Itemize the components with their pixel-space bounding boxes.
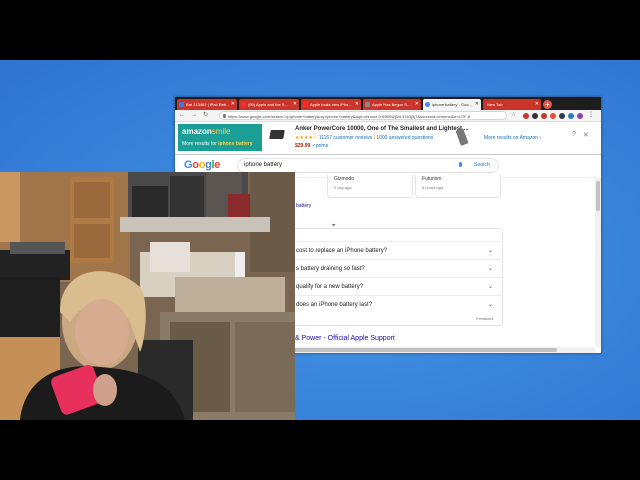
card-source: Futurism — [422, 176, 442, 182]
feedback-link[interactable]: Feedback — [476, 316, 494, 321]
paa-question[interactable]: s battery draining so fast? ⌄ — [266, 259, 502, 278]
amazon-smile-logo: amazonsmile — [182, 127, 231, 136]
search-result-title-link[interactable]: & Power - Official Apple Support — [295, 335, 395, 342]
more-results-on-amazon-link[interactable]: More results on Amazon › — [484, 135, 541, 141]
paa-question[interactable]: cost to replace an iPhone battery? ⌄ — [266, 241, 502, 260]
tab-close-icon[interactable]: ✕ — [355, 99, 359, 110]
kebab-menu-icon[interactable]: ⋮ — [588, 110, 594, 121]
paa-question[interactable]: qualify for a new battery? ⌄ — [266, 277, 502, 296]
chevron-down-icon: ⌄ — [488, 266, 494, 272]
card-time: 1 day ago — [334, 185, 352, 190]
extension-icon[interactable] — [523, 113, 529, 119]
lock-icon — [223, 114, 226, 118]
google-logo[interactable]: Google — [184, 159, 220, 171]
close-icon[interactable]: ✕ — [583, 131, 589, 139]
back-arrow-icon[interactable]: ← — [179, 110, 185, 121]
people-also-ask: cost to replace an iPhone battery? ⌄ s b… — [265, 228, 503, 326]
amazon-assistant-banner: amazonsmile More results for iphone batt… — [175, 122, 601, 155]
browser-toolbar: ← → ↻ https://www.google.com/search?q=ip… — [175, 110, 601, 122]
tab-ipad-retina[interactable]: Bat 213462 | iPad Reti... ✕ — [177, 99, 237, 110]
amazon-more-results-for: More results for iphone battery — [182, 141, 253, 147]
vertical-scrollbar[interactable] — [595, 177, 601, 347]
search-input[interactable]: iphone battery — [244, 159, 282, 172]
paa-question[interactable]: does an iPhone battery last? ⌄ — [266, 295, 502, 314]
power-bank-product-image[interactable] — [269, 130, 285, 139]
new-tab-plus-icon[interactable]: + — [543, 100, 552, 109]
tab-apple-has-begun[interactable]: Apple Has Begun S... ✕ — [363, 99, 421, 110]
tab-favicon-icon — [179, 102, 184, 107]
webcam-scene — [0, 172, 295, 420]
search-box[interactable]: iphone battery Search — [237, 158, 499, 173]
extension-icon[interactable] — [559, 113, 565, 119]
search-button[interactable]: Search — [474, 159, 490, 172]
product-price: $29.99 ✓prime — [295, 143, 329, 149]
tab-strip: Bat 213462 | iPad Reti... ✕ (99) Apple a… — [175, 97, 601, 110]
reload-icon[interactable]: ↻ — [203, 110, 208, 121]
forward-arrow-icon[interactable]: → — [191, 110, 197, 121]
tab-iphone-battery-google[interactable]: iphone battery - Goo... ✕ — [423, 99, 481, 110]
chevron-down-icon: ⌄ — [488, 284, 494, 290]
address-bar[interactable]: https://www.google.com/search?q=iphone+b… — [219, 111, 507, 120]
tab-new-tab[interactable]: New Tab ✕ — [483, 99, 541, 110]
microphone-icon[interactable] — [459, 162, 462, 167]
profile-avatar-icon[interactable] — [577, 113, 583, 119]
youtube-icon — [241, 102, 246, 107]
top-story-card[interactable]: Futurism 8 hours ago — [415, 175, 501, 198]
tab-close-icon[interactable]: ✕ — [475, 99, 479, 110]
help-icon[interactable]: ? — [572, 131, 576, 138]
chevron-down-icon: ⌄ — [488, 302, 494, 308]
extension-icon[interactable] — [532, 113, 538, 119]
card-time: 8 hours ago — [422, 185, 444, 190]
google-icon — [425, 102, 430, 107]
star-icon[interactable]: ☆ — [511, 110, 516, 121]
extension-icon[interactable] — [550, 113, 556, 119]
webcam-overlay — [0, 172, 295, 420]
news-icon — [365, 102, 370, 107]
scrollbar-thumb[interactable] — [596, 181, 600, 211]
product-rating: ★★★★☆ 11167 customer reviews | 1000 answ… — [295, 135, 434, 141]
tab-close-icon[interactable]: ✕ — [535, 99, 539, 110]
extension-icon[interactable] — [568, 113, 574, 119]
tab-close-icon[interactable]: ✕ — [415, 99, 419, 110]
card-source: Gizmodo — [334, 176, 355, 182]
scrollbar-thumb[interactable] — [285, 348, 557, 352]
extension-icon[interactable] — [541, 113, 547, 119]
tab-close-icon[interactable]: ✕ — [231, 99, 235, 110]
tab-close-icon[interactable]: ✕ — [293, 99, 297, 110]
amazon-smile-panel[interactable]: amazonsmile More results for iphone batt… — [178, 124, 262, 151]
tab-apple-looks-new-iphone[interactable]: Apple looks new iPho... ✕ — [301, 99, 361, 110]
chevron-down-icon: ⌄ — [488, 248, 494, 254]
top-story-card[interactable]: Gizmodo 1 day ago — [327, 175, 413, 198]
tab-youtube-apple[interactable]: (99) Apple and the S... ✕ — [239, 99, 299, 110]
youtube-icon — [303, 102, 308, 107]
more-news-link[interactable]: battery — [296, 203, 311, 209]
product-title-link[interactable]: Anker PowerCore 10000, One of The Smalle… — [295, 126, 469, 132]
